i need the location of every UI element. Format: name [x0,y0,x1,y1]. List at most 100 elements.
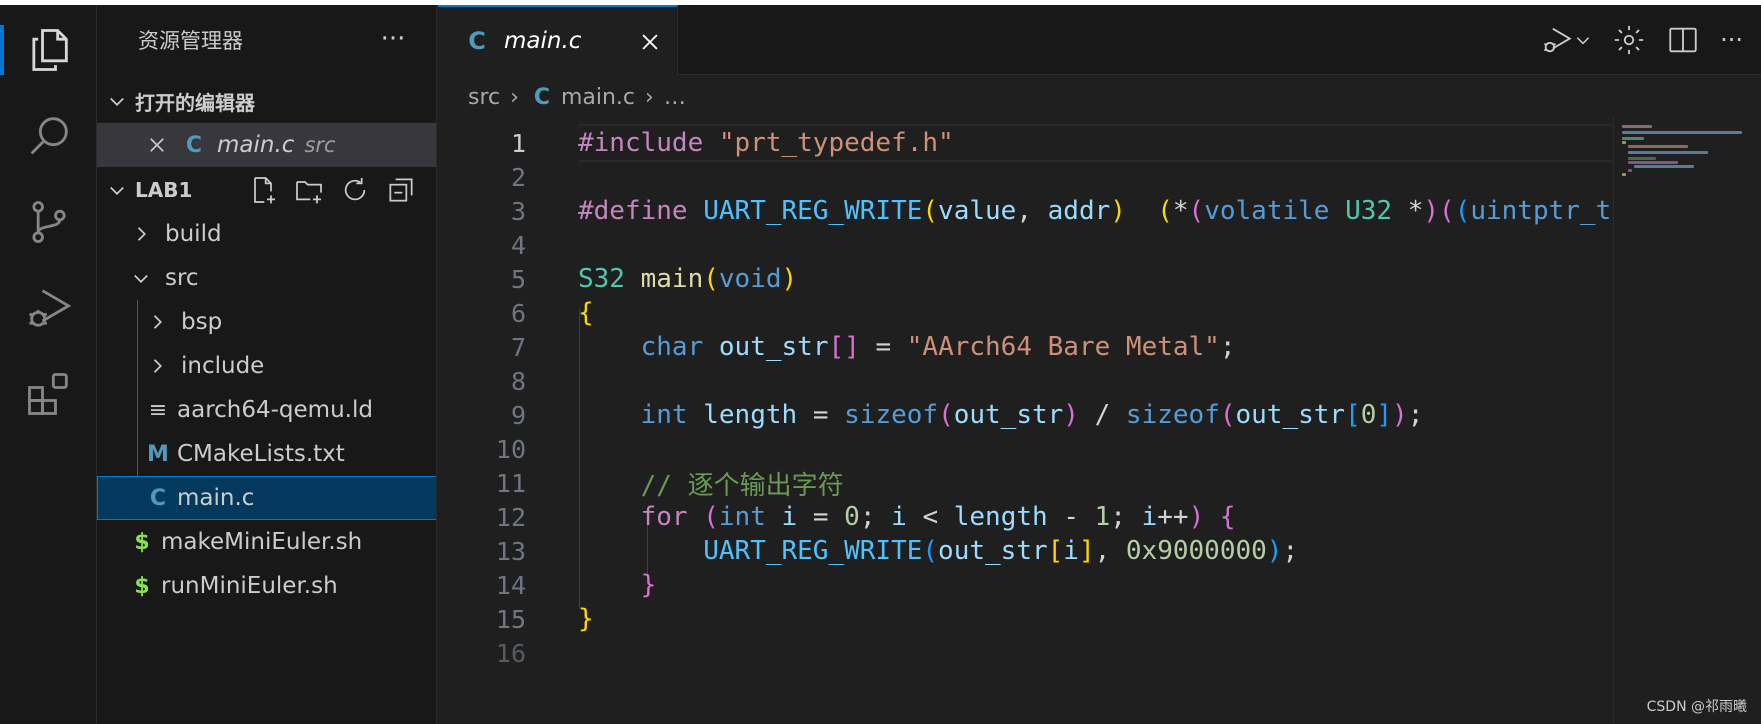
line-number: 10 [495,434,526,464]
tree-item-makeminieuler[interactable]: $ makeMiniEuler.sh [97,520,436,564]
source-control-icon [31,201,66,243]
code-line: 1 #include "prt_typedef.h" [438,124,1613,162]
c-file-icon: C [185,132,203,158]
explorer-sidebar: 资源管理器 ··· 打开的编辑器 C main.c src LAB1 build… [97,5,437,724]
tree-item-label: build [165,221,222,247]
close-tab-button[interactable] [634,26,666,58]
split-editor-icon [1669,27,1697,53]
tab-bar: C main.c ··· [438,5,1761,75]
debug-run-icon [1544,27,1572,53]
tree-item-label: src [165,265,199,291]
code-line: 12 for (int i = 0; i < length - 1; i++) … [438,498,1613,536]
code-line: 8 [438,362,1613,400]
settings-button[interactable] [1612,23,1646,57]
breadcrumb-file[interactable]: main.c [561,85,635,110]
tree-item-src[interactable]: src [97,256,436,300]
breadcrumb-folder[interactable]: src [468,85,500,110]
line-number: 5 [510,264,526,294]
cmake-file-icon: M [147,441,169,467]
line-number: 15 [495,604,526,634]
code-line: 15 } [438,600,1613,638]
watermark: CSDN @祁雨曦 [1646,699,1747,715]
editor-area: C main.c ··· src › C main.c › … 1 #inclu… [438,5,1761,724]
run-debug-button[interactable] [0,273,97,343]
code-editor[interactable]: 1 #include "prt_typedef.h" 2 3 #define U… [438,124,1613,724]
breadcrumb: src › C main.c › … [468,77,686,117]
line-number: 3 [510,196,526,226]
project-actions [247,168,417,212]
c-file-icon: C [149,485,167,511]
line-number: 16 [495,638,526,668]
c-file-icon: C [468,27,486,55]
explorer-button[interactable] [0,15,97,85]
line-number: 1 [510,128,526,158]
tree-item-label: bsp [181,309,223,335]
c-file-icon: C [533,84,551,110]
line-number: 4 [510,230,526,260]
tree-item-build[interactable]: build [97,212,436,256]
source-control-button[interactable] [0,187,97,257]
chevron-down-icon [105,178,129,202]
extensions-button[interactable] [0,359,97,429]
tree-item-label: aarch64-qemu.ld [177,397,373,423]
project-label: LAB1 [135,178,193,202]
chevron-right-icon [145,354,169,378]
tree-item-label: main.c [177,485,255,511]
chevron-down-icon [129,266,153,290]
more-actions-button[interactable]: ··· [373,19,413,59]
tree-item-cmakelists[interactable]: M CMakeLists.txt [97,432,436,476]
search-button[interactable] [0,101,97,171]
project-header[interactable]: LAB1 [97,168,436,212]
collapse-all-icon[interactable] [385,174,417,206]
tree-item-main-c[interactable]: C main.c [97,476,436,520]
chevron-down-icon [105,89,129,113]
new-folder-icon[interactable] [293,174,325,206]
files-icon [31,29,68,71]
code-line: 4 [438,226,1613,264]
open-editor-item-main-c[interactable]: C main.c src [97,123,436,167]
chevron-down-icon [1576,37,1590,45]
line-number: 11 [495,468,526,498]
code-line: 13 UART_REG_WRITE(out_str[i], 0x9000000)… [438,532,1613,570]
more-actions-button[interactable]: ··· [1720,26,1743,54]
code-line: 2 [438,158,1613,196]
tree-item-aarch64-qemu-ld[interactable]: ≡ aarch64-qemu.ld [97,388,436,432]
line-number: 7 [510,332,526,362]
split-editor-button[interactable] [1666,23,1700,57]
activity-bar [0,5,97,724]
code-line: 16 [438,634,1613,672]
open-editor-path: src [304,133,336,157]
close-icon[interactable] [145,133,169,157]
open-editor-filename: main.c [217,132,295,158]
refresh-icon[interactable] [339,174,371,206]
breadcrumb-separator: › [645,84,654,110]
breadcrumb-separator: › [510,84,519,110]
shell-file-icon: $ [134,529,150,555]
tab-label: main.c [504,28,582,54]
new-file-icon[interactable] [247,174,279,206]
code-line: 11 // 逐个输出字符 [438,464,1613,502]
tree-item-runminieuler[interactable]: $ runMiniEuler.sh [97,564,436,608]
line-number: 14 [495,570,526,600]
gear-icon [1614,25,1644,55]
code-line: 3 #define UART_REG_WRITE(value, addr) (*… [438,192,1613,230]
run-debug-icon [29,289,71,327]
tab-main-c[interactable]: C main.c [438,5,678,75]
tree-item-include[interactable]: include [97,344,436,388]
line-number: 9 [510,400,526,430]
line-number: 12 [495,502,526,532]
code-line: 6 { [438,294,1613,332]
extensions-icon [27,373,68,415]
tree-item-bsp[interactable]: bsp [97,300,436,344]
shell-file-icon: $ [134,573,150,599]
open-editors-label: 打开的编辑器 [135,90,255,115]
line-number: 13 [495,536,526,566]
close-icon [642,34,658,50]
tree-item-label: include [181,353,265,379]
open-editors-header[interactable]: 打开的编辑器 [97,79,436,123]
breadcrumb-symbols[interactable]: … [664,85,686,110]
tree-item-label: runMiniEuler.sh [161,573,338,599]
run-debug-dropdown[interactable] [1540,23,1592,57]
tree-item-label: makeMiniEuler.sh [161,529,363,555]
minimap[interactable] [1613,117,1761,724]
